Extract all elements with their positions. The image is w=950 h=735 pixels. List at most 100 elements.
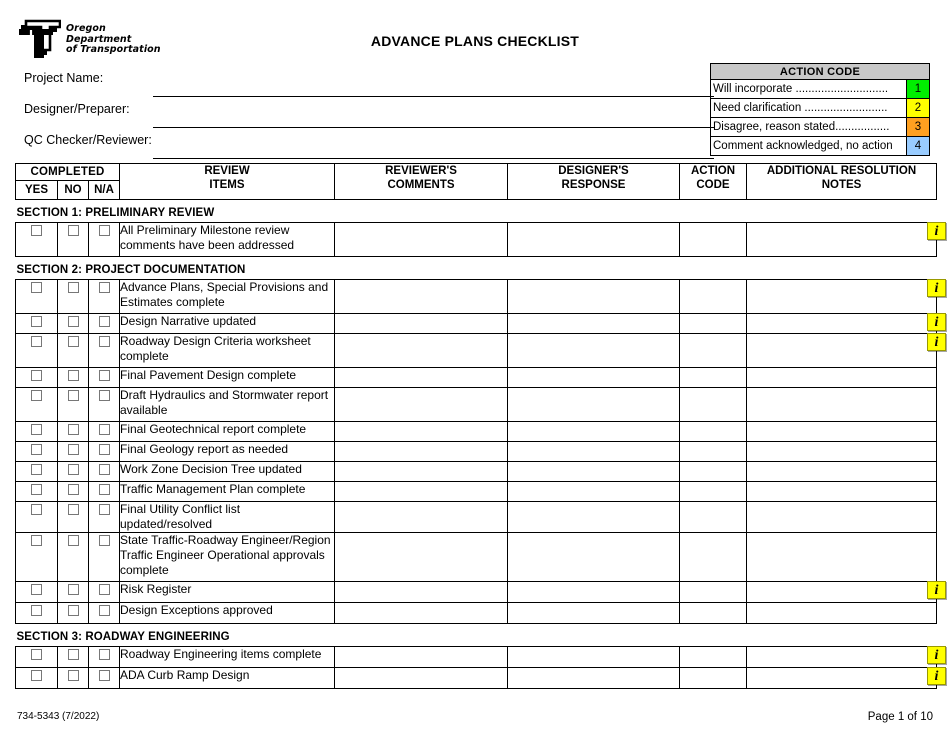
checkbox-na[interactable] [98, 370, 110, 381]
additional-notes-cell[interactable] [746, 387, 937, 422]
checkbox-cell-no[interactable] [57, 667, 89, 689]
action-code-cell[interactable] [679, 387, 747, 422]
checkbox-cell-yes[interactable] [15, 279, 58, 314]
action-code-cell[interactable] [679, 667, 747, 689]
checkbox-cell-no[interactable] [57, 501, 89, 533]
checkbox-no[interactable] [67, 649, 79, 660]
checkbox-cell-yes[interactable] [15, 646, 58, 668]
checkbox-cell-no[interactable] [57, 387, 89, 422]
checkbox-yes[interactable] [31, 464, 42, 475]
checkbox-cell-na[interactable] [88, 279, 120, 314]
checkbox-cell-na[interactable] [88, 532, 120, 582]
reviewer-comments-cell[interactable] [334, 581, 508, 603]
additional-notes-cell[interactable] [746, 501, 937, 533]
reviewer-comments-cell[interactable] [334, 222, 508, 257]
additional-notes-cell[interactable]: i [746, 333, 946, 368]
checkbox-cell-yes[interactable] [15, 481, 58, 502]
designer-response-cell[interactable] [507, 367, 680, 388]
reviewer-comments-cell[interactable] [334, 501, 508, 533]
action-code-cell[interactable] [679, 646, 747, 668]
checkbox-cell-no[interactable] [57, 421, 89, 442]
checkbox-yes[interactable] [31, 535, 42, 546]
checkbox-no[interactable] [67, 316, 79, 327]
checkbox-no[interactable] [67, 484, 79, 495]
checkbox-yes[interactable] [31, 504, 42, 515]
additional-notes-cell[interactable] [746, 441, 937, 462]
checkbox-no[interactable] [67, 225, 79, 236]
designer-response-cell[interactable] [507, 481, 680, 502]
checkbox-cell-yes[interactable] [15, 387, 58, 422]
checkbox-yes[interactable] [31, 605, 42, 616]
checkbox-cell-no[interactable] [57, 646, 89, 668]
action-code-cell[interactable] [679, 367, 747, 388]
action-code-cell[interactable] [679, 421, 747, 442]
additional-notes-cell[interactable] [746, 421, 937, 442]
checkbox-no[interactable] [67, 464, 79, 475]
checkbox-cell-na[interactable] [88, 421, 120, 442]
checkbox-na[interactable] [98, 282, 110, 293]
checkbox-cell-no[interactable] [57, 602, 89, 624]
checkbox-cell-no[interactable] [57, 532, 89, 582]
checkbox-cell-na[interactable] [88, 367, 120, 388]
reviewer-comments-cell[interactable] [334, 421, 508, 442]
checkbox-no[interactable] [67, 584, 79, 595]
designer-preparer-input[interactable] [153, 127, 714, 128]
checkbox-na[interactable] [98, 584, 110, 595]
checkbox-cell-yes[interactable] [15, 602, 58, 624]
reviewer-comments-cell[interactable] [334, 279, 508, 314]
checkbox-no[interactable] [67, 504, 79, 515]
additional-notes-cell[interactable]: i [746, 222, 946, 257]
info-icon[interactable]: i [927, 313, 946, 331]
checkbox-yes[interactable] [31, 584, 42, 595]
checkbox-yes[interactable] [31, 424, 42, 435]
checkbox-cell-yes[interactable] [15, 333, 58, 368]
additional-notes-cell[interactable] [746, 602, 937, 624]
checkbox-cell-no[interactable] [57, 367, 89, 388]
designer-response-cell[interactable] [507, 333, 680, 368]
designer-response-cell[interactable] [507, 421, 680, 442]
action-code-cell[interactable] [679, 481, 747, 502]
checkbox-cell-na[interactable] [88, 387, 120, 422]
checkbox-na[interactable] [98, 535, 110, 546]
checkbox-cell-na[interactable] [88, 333, 120, 368]
action-code-cell[interactable] [679, 333, 747, 368]
designer-response-cell[interactable] [507, 279, 680, 314]
checkbox-cell-yes[interactable] [15, 222, 58, 257]
additional-notes-cell[interactable]: i [746, 581, 946, 603]
qc-checker-field[interactable]: QC Checker/Reviewer: [24, 133, 714, 159]
checkbox-cell-na[interactable] [88, 667, 120, 689]
checkbox-yes[interactable] [31, 225, 42, 236]
checkbox-cell-yes[interactable] [15, 581, 58, 603]
checkbox-cell-no[interactable] [57, 333, 89, 368]
checkbox-cell-yes[interactable] [15, 461, 58, 482]
checkbox-na[interactable] [98, 649, 110, 660]
checkbox-yes[interactable] [31, 336, 42, 347]
designer-response-cell[interactable] [507, 501, 680, 533]
action-code-cell[interactable] [679, 313, 747, 334]
checkbox-yes[interactable] [31, 370, 42, 381]
checkbox-no[interactable] [67, 370, 79, 381]
checkbox-na[interactable] [98, 444, 110, 455]
additional-notes-cell[interactable] [746, 367, 937, 388]
checkbox-yes[interactable] [31, 649, 42, 660]
checkbox-no[interactable] [67, 605, 79, 616]
checkbox-cell-na[interactable] [88, 501, 120, 533]
checkbox-no[interactable] [67, 670, 79, 681]
additional-notes-cell[interactable]: i [746, 279, 946, 314]
info-icon[interactable]: i [927, 333, 946, 351]
reviewer-comments-cell[interactable] [334, 313, 508, 334]
checkbox-cell-yes[interactable] [15, 421, 58, 442]
checkbox-cell-na[interactable] [88, 646, 120, 668]
checkbox-yes[interactable] [31, 390, 42, 401]
project-name-input[interactable] [153, 96, 714, 97]
reviewer-comments-cell[interactable] [334, 667, 508, 689]
designer-response-cell[interactable] [507, 313, 680, 334]
reviewer-comments-cell[interactable] [334, 646, 508, 668]
action-code-cell[interactable] [679, 461, 747, 482]
checkbox-na[interactable] [98, 390, 110, 401]
info-icon[interactable]: i [927, 581, 946, 599]
checkbox-no[interactable] [67, 444, 79, 455]
checkbox-na[interactable] [98, 484, 110, 495]
info-icon[interactable]: i [927, 222, 946, 240]
designer-response-cell[interactable] [507, 222, 680, 257]
